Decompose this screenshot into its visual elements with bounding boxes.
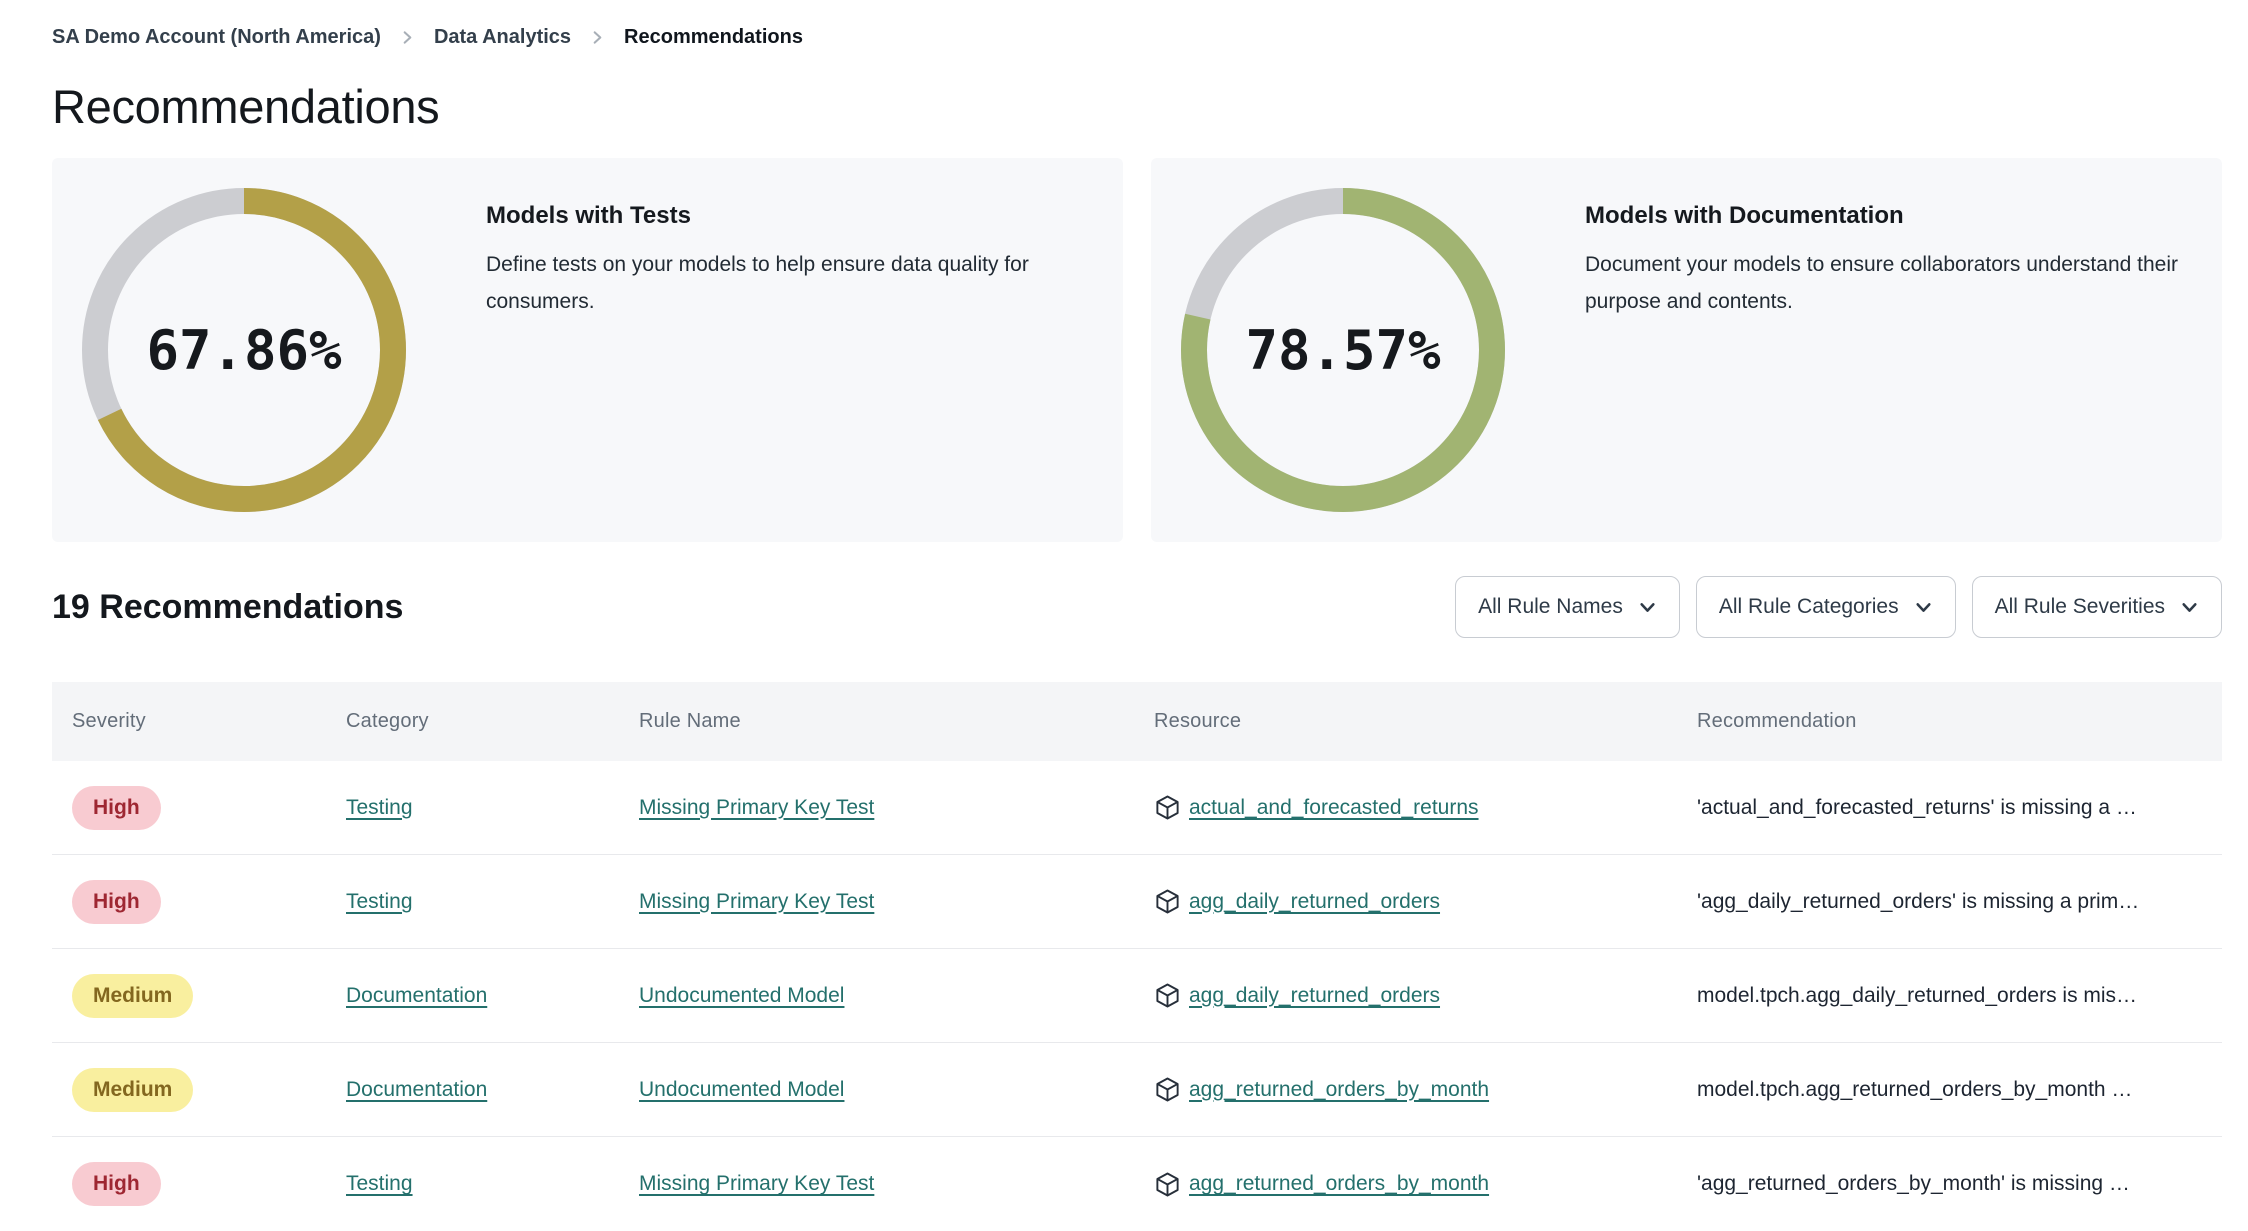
header-category: Category [346,710,429,732]
rule-name-link[interactable]: Missing Primary Key Test [639,890,874,913]
header-recommendation: Recommendation [1697,710,1857,732]
models-with-tests-card: 67.86% Models with Tests Define tests on… [52,158,1123,542]
table-row: High Testing Missing Primary Key Test ag… [52,1137,2222,1231]
chevron-right-icon [403,31,412,44]
header-resource: Resource [1154,710,1242,732]
recommendations-page: SA Demo Account (North America) Data Ana… [0,0,2248,1231]
chevron-down-icon [2182,602,2197,612]
rule-name-link[interactable]: Undocumented Model [639,984,844,1007]
card-title: Models with Documentation [1585,202,1904,229]
documentation-donut-chart: 78.57% [1181,188,1505,512]
filter-label: All Rule Categories [1718,595,1899,618]
resource-link[interactable]: agg_daily_returned_orders [1154,888,1440,915]
page-title: Recommendations [52,80,440,133]
model-cube-icon [1156,795,1179,820]
table-row: Medium Documentation Undocumented Model … [52,1043,2222,1137]
category-link[interactable]: Documentation [346,1078,487,1101]
severity-badge: Medium [72,1067,194,1112]
chevron-down-icon [1916,602,1931,612]
resource-name: agg_daily_returned_orders [1189,889,1441,913]
resource-link[interactable]: actual_and_forecasted_returns [1154,794,1479,821]
breadcrumb-current: Recommendations [624,26,803,48]
rule-name-link[interactable]: Missing Primary Key Test [639,796,874,819]
severity-badge: High [72,1162,161,1206]
resource-link[interactable]: agg_returned_orders_by_month [1154,1076,1489,1103]
recommendation-text: 'actual_and_forecasted_returns' is missi… [1697,795,2137,819]
tests-donut-chart: 67.86% [82,188,406,512]
model-cube-icon [1156,983,1179,1008]
table-row: High Testing Missing Primary Key Test ac… [52,761,2222,855]
resource-name: agg_returned_orders_by_month [1189,1172,1490,1195]
resource-name: agg_returned_orders_by_month [1189,1077,1490,1101]
category-link[interactable]: Testing [346,796,413,819]
filter-label: All Rule Names [1478,595,1623,618]
resource-link[interactable]: agg_daily_returned_orders [1154,982,1440,1009]
card-title: Models with Tests [486,202,691,229]
chevron-down-icon [1640,602,1655,612]
documentation-percent-label: 78.57% [1245,318,1441,382]
category-link[interactable]: Testing [346,1172,413,1195]
recommendations-table: Severity Category Rule Name Resource Rec… [52,682,2222,1231]
breadcrumb-project-link[interactable]: Data Analytics [434,26,571,49]
category-link[interactable]: Testing [346,890,413,913]
breadcrumb: SA Demo Account (North America) Data Ana… [52,0,2222,49]
table-header: Severity Category Rule Name Resource Rec… [52,682,2222,761]
model-cube-icon [1156,1077,1179,1102]
card-description: Document your models to ensure collabora… [1585,253,2178,313]
resource-name: actual_and_forecasted_returns [1189,795,1479,819]
resource-link[interactable]: agg_returned_orders_by_month [1154,1171,1489,1198]
list-header: 19 Recommendations All Rule Names All Ru… [52,576,2222,638]
rule-names-filter-dropdown[interactable]: All Rule Names [1455,576,1680,638]
category-link[interactable]: Documentation [346,984,487,1007]
card-text: Models with Documentation Document your … [1585,202,2222,320]
filter-label: All Rule Severities [1994,595,2165,618]
severity-badge: High [72,879,161,924]
recommendations-count: 19 Recommendations [52,587,404,626]
rule-name-link[interactable]: Undocumented Model [639,1078,844,1101]
models-with-documentation-card: 78.57% Models with Documentation Documen… [1151,158,2222,542]
filter-bar: All Rule Names All Rule Categories All R… [1455,576,2222,638]
recommendation-text: model.tpch.agg_returned_orders_by_month … [1697,1077,2133,1101]
model-cube-icon [1156,1172,1179,1196]
header-severity: Severity [72,710,146,732]
table-row: High Testing Missing Primary Key Test ag… [52,855,2222,949]
recommendation-text: model.tpch.agg_daily_returned_orders is … [1697,983,2138,1007]
breadcrumb-account-link[interactable]: SA Demo Account (North America) [52,26,381,49]
recommendation-text: 'agg_daily_returned_orders' is missing a… [1697,889,2140,913]
metric-cards: 67.86% Models with Tests Define tests on… [52,158,2222,542]
header-rule-name: Rule Name [639,710,741,732]
rule-severities-filter-dropdown[interactable]: All Rule Severities [1971,576,2222,638]
card-text: Models with Tests Define tests on your m… [486,202,1123,320]
rule-categories-filter-dropdown[interactable]: All Rule Categories [1695,576,1956,638]
rule-name-link[interactable]: Missing Primary Key Test [639,1172,874,1195]
tests-percent-label: 67.86% [146,318,342,382]
resource-name: agg_daily_returned_orders [1189,983,1441,1007]
severity-badge: High [72,785,161,830]
model-cube-icon [1156,889,1179,914]
table-row: Medium Documentation Undocumented Model … [52,949,2222,1043]
card-description: Define tests on your models to help ensu… [486,253,1029,313]
chevron-right-icon [593,31,602,44]
recommendation-text: 'agg_returned_orders_by_month' is missin… [1697,1172,2130,1195]
severity-badge: Medium [72,973,194,1018]
